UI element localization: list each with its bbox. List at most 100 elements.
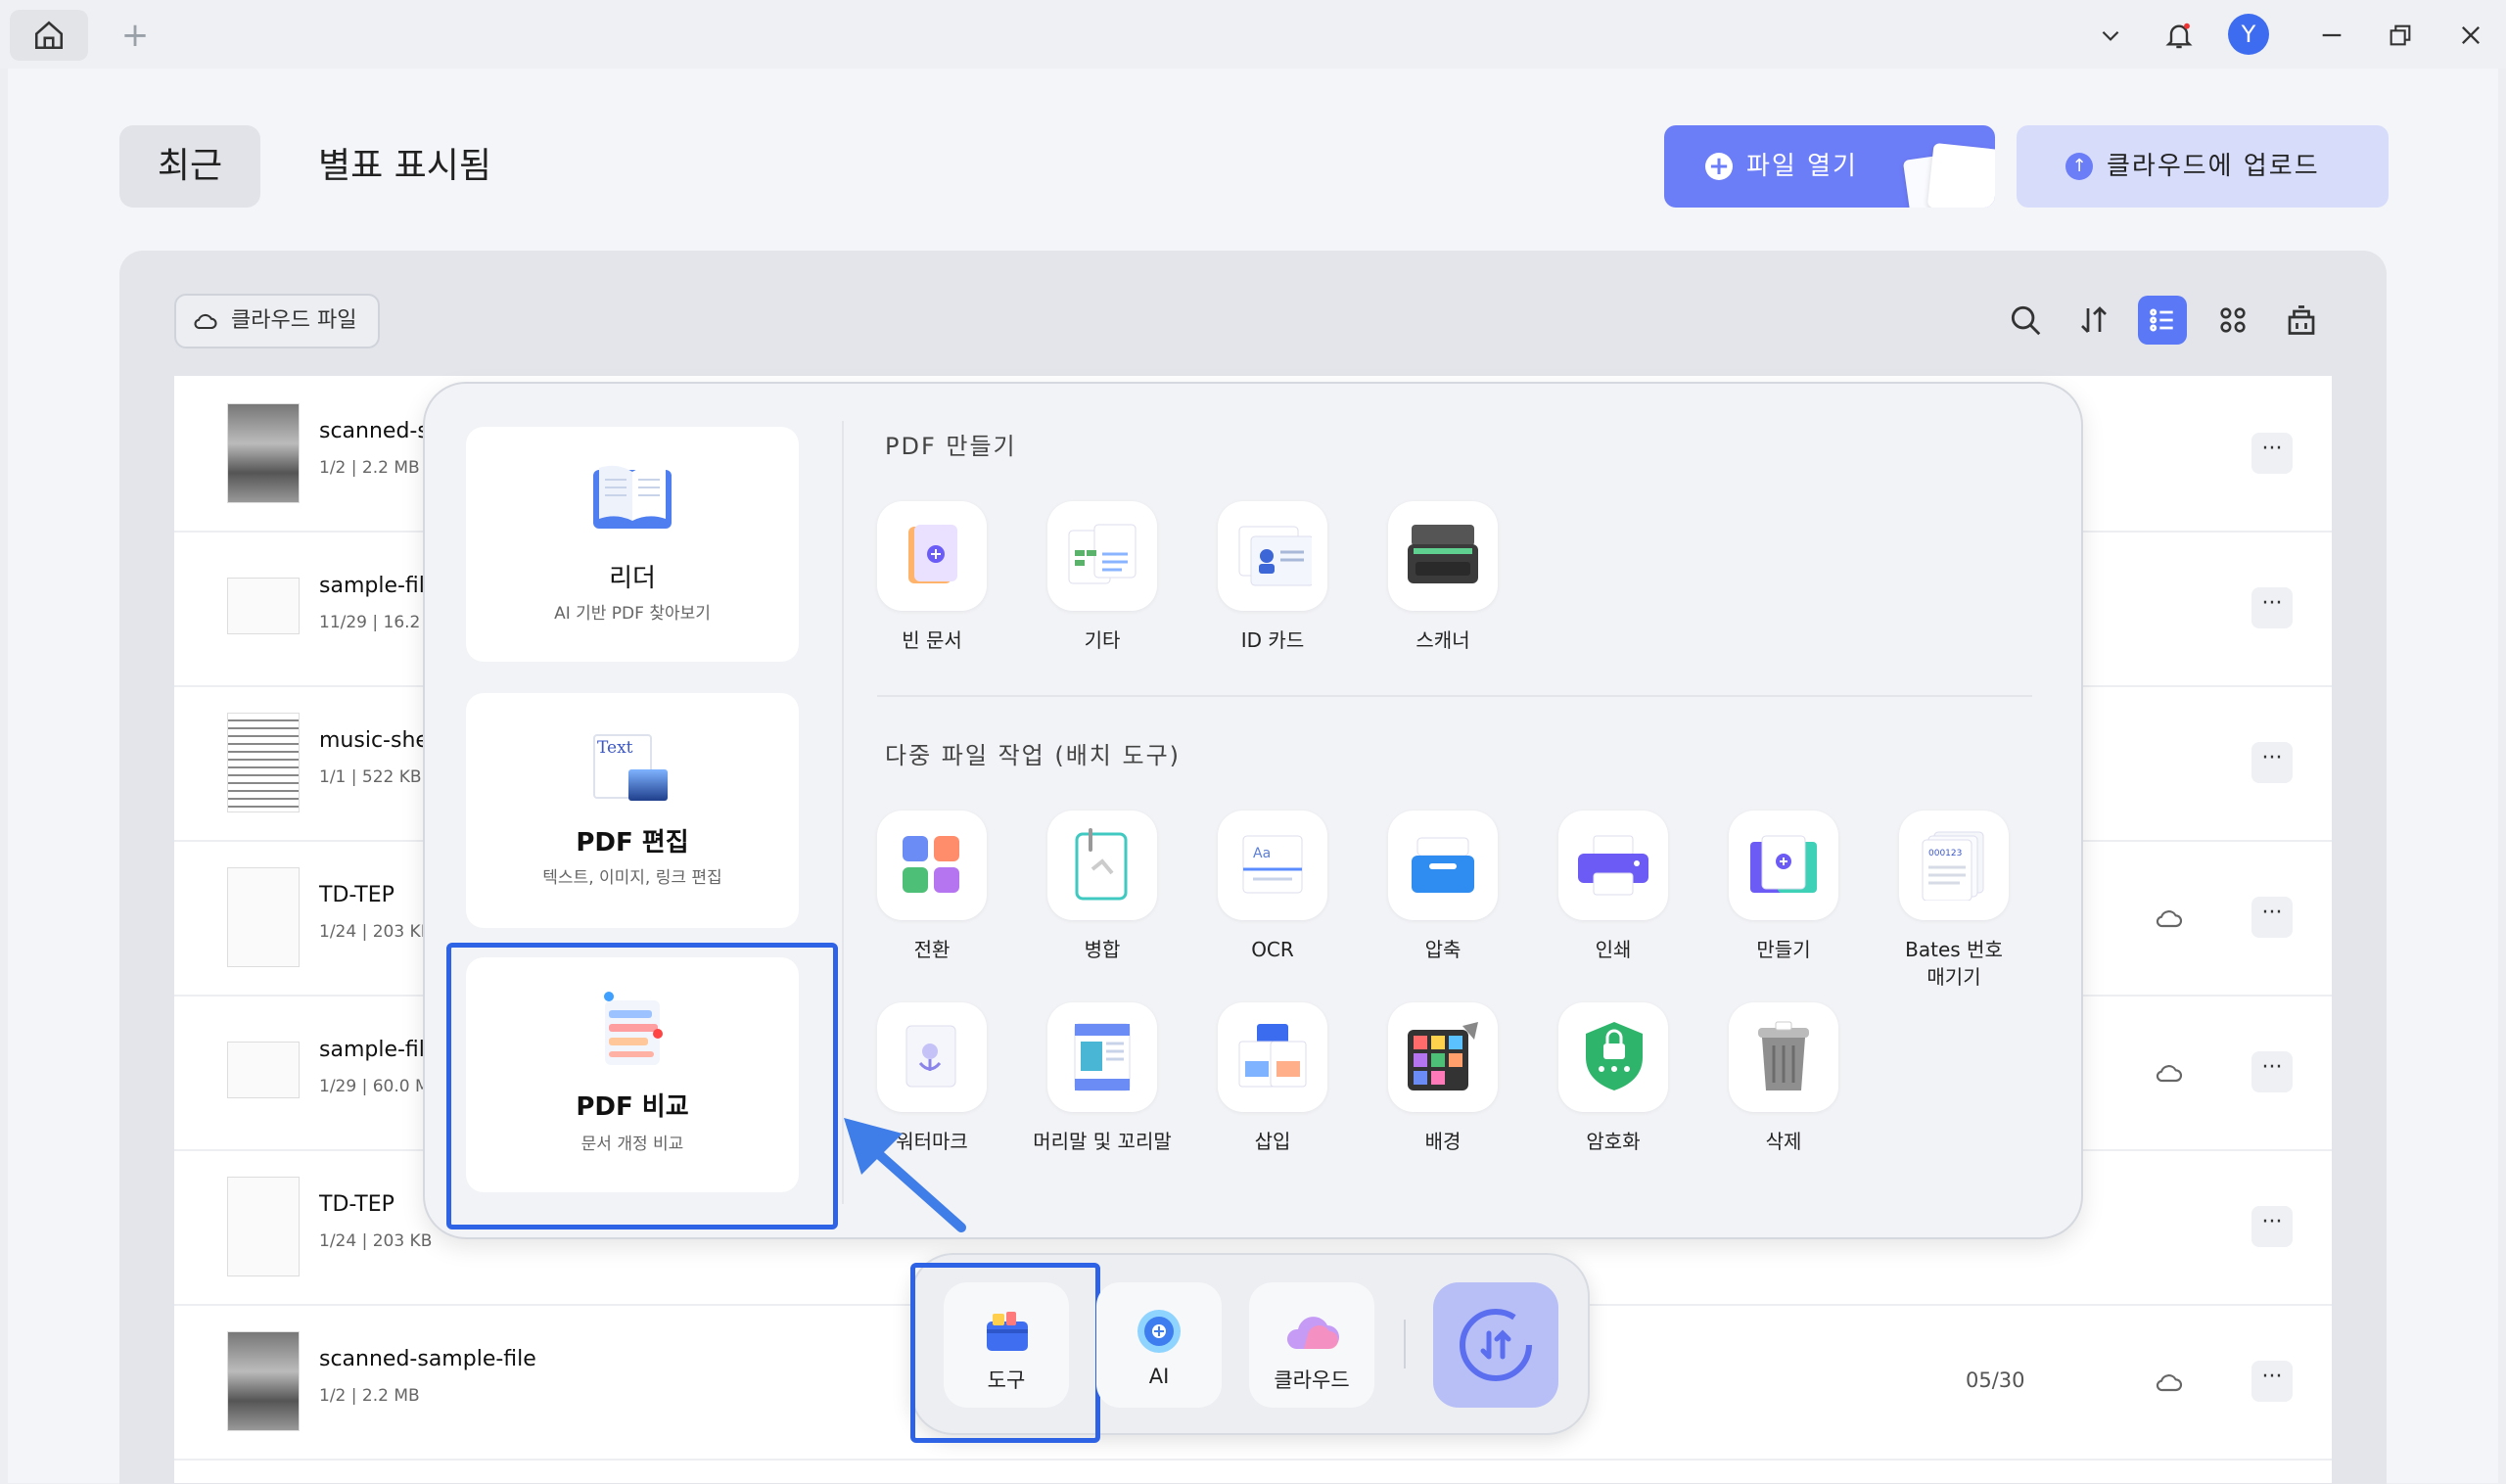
other-tool[interactable]: 기타	[1024, 501, 1181, 654]
ai-icon	[1137, 1310, 1181, 1353]
blank-document-label: 빈 문서	[902, 628, 962, 652]
create-tool[interactable]: 만들기	[1705, 811, 1862, 963]
batch-section-title: 다중 파일 작업 (배치 도구)	[885, 742, 1182, 769]
text-icon-label: Text	[597, 738, 633, 758]
more-options-button[interactable]: ···	[2251, 587, 2293, 628]
open-file-button[interactable]: + 파일 열기	[1664, 125, 1995, 208]
header-footer-label: 머리말 및 꼬리말	[1033, 1130, 1172, 1153]
cloud-icon	[194, 313, 217, 330]
dock-cloud-label: 클라우드	[1274, 1368, 1350, 1392]
reader-subtitle: AI 기반 PDF 찾아보기	[554, 604, 711, 624]
pdf-edit-title: PDF 편집	[576, 828, 689, 858]
bates-numbering-tool[interactable]: 000123 Bates 번호 매기기	[1876, 811, 2032, 991]
home-icon	[34, 21, 64, 50]
scanner-tool[interactable]: 스캐너	[1365, 501, 1521, 654]
search-icon[interactable]	[2001, 296, 2050, 345]
cloud-icon[interactable]	[2154, 1057, 2185, 1089]
file-name: TD-TEP	[319, 1192, 394, 1217]
blank-document-tool[interactable]: 빈 문서	[854, 501, 1010, 654]
watermark-icon	[905, 1025, 956, 1088]
background-tool[interactable]: 배경	[1365, 1002, 1521, 1155]
upload-cloud-button[interactable]: ↑ 클라우드에 업로드	[2017, 125, 2389, 208]
id-card-label: ID 카드	[1240, 628, 1305, 652]
other-label: 기타	[1084, 628, 1121, 652]
encrypt-tool[interactable]: 암호화	[1535, 1002, 1692, 1155]
more-options-button[interactable]: ···	[2251, 1206, 2293, 1247]
cloud-icon[interactable]	[2154, 1367, 2185, 1398]
file-meta: 1/24 | 203 KB	[319, 1231, 433, 1251]
reader-title: 리더	[609, 564, 656, 593]
minimize-icon[interactable]	[2312, 16, 2351, 55]
list-view-icon[interactable]	[2138, 296, 2187, 345]
compress-label: 압축	[1424, 938, 1462, 961]
file-name: sample-file	[319, 574, 439, 598]
id-card-tool[interactable]: ID 카드	[1194, 501, 1351, 654]
file-thumbnail	[227, 867, 300, 967]
dock-ai-button[interactable]: AI	[1096, 1282, 1222, 1408]
grid-view-icon[interactable]	[2208, 296, 2257, 345]
delete-tool[interactable]: 삭제	[1705, 1002, 1862, 1155]
title-bar	[0, 0, 2506, 69]
cloud-files-button[interactable]: 클라우드 파일	[174, 294, 380, 348]
upload-cloud-label: 클라우드에 업로드	[2107, 152, 2320, 181]
document-illustration	[1926, 142, 1995, 208]
more-options-button[interactable]: ···	[2251, 1051, 2293, 1092]
more-options-button[interactable]: ···	[2251, 742, 2293, 783]
bell-icon[interactable]	[2159, 16, 2199, 55]
highlight-box	[446, 943, 838, 1229]
ocr-tool[interactable]: Aa OCR	[1194, 811, 1351, 963]
file-meta: 11/29 | 16.2 M	[319, 613, 441, 632]
file-thumbnail	[227, 713, 300, 812]
reader-card[interactable]: 리더 AI 기반 PDF 찾아보기	[466, 427, 799, 662]
tab-recent[interactable]: 최근	[119, 125, 260, 208]
open-file-label: 파일 열기	[1746, 152, 1858, 181]
insert-label: 삽입	[1254, 1130, 1291, 1153]
compress-tool[interactable]: 압축	[1365, 811, 1521, 963]
ocr-icon: Aa	[1242, 835, 1303, 894]
trash-icon[interactable]	[2277, 296, 2326, 345]
text-image-icon: Text	[593, 734, 668, 803]
file-thumbnail	[227, 578, 300, 634]
close-icon[interactable]	[2451, 16, 2490, 55]
restore-icon[interactable]	[2381, 16, 2420, 55]
dock-cloud-button[interactable]: 클라우드	[1249, 1282, 1374, 1408]
file-meta: 1/2 | 2.2 MB	[319, 458, 420, 478]
avatar[interactable]: Y	[2228, 14, 2269, 55]
scanner-icon	[1408, 525, 1478, 583]
print-tool[interactable]: 인쇄	[1535, 811, 1692, 963]
palette-icon	[1408, 1022, 1478, 1090]
cloud-files-label: 클라우드 파일	[231, 308, 357, 333]
tab-starred[interactable]: 별표 표시됨	[318, 125, 491, 208]
dock-convert-button[interactable]	[1433, 1282, 1558, 1408]
create-icon	[1750, 835, 1817, 893]
more-options-button[interactable]: ···	[2251, 897, 2293, 938]
cloud-icon[interactable]	[2154, 903, 2185, 934]
svg-text:Aa: Aa	[1253, 846, 1271, 861]
id-card-icon	[1238, 526, 1312, 586]
header-footer-tool[interactable]: 머리말 및 꼬리말	[1024, 1002, 1181, 1155]
pointer-arrow-icon	[844, 1118, 966, 1232]
file-thumbnail	[227, 403, 300, 503]
merge-tool[interactable]: 병합	[1024, 811, 1181, 963]
ocr-label: OCR	[1251, 938, 1294, 961]
scanner-label: 스캐너	[1415, 628, 1470, 652]
convert-tool[interactable]: 전환	[854, 811, 1010, 963]
file-thumbnail	[227, 1042, 300, 1098]
create-label: 만들기	[1756, 938, 1811, 961]
pdf-edit-card[interactable]: Text PDF 편집 텍스트, 이미지, 링크 편집	[466, 693, 799, 928]
pdf-edit-subtitle: 텍스트, 이미지, 링크 편집	[542, 868, 722, 888]
delete-label: 삭제	[1765, 1130, 1802, 1153]
file-meta: 1/24 | 203 KB	[319, 922, 433, 942]
header-footer-icon	[1074, 1023, 1131, 1091]
chevron-down-icon[interactable]	[2091, 16, 2130, 55]
dock-highlight-box	[910, 1263, 1100, 1443]
more-options-button[interactable]: ···	[2251, 1361, 2293, 1402]
more-options-button[interactable]: ···	[2251, 433, 2293, 474]
home-button[interactable]	[10, 10, 88, 61]
sort-icon[interactable]	[2069, 296, 2118, 345]
lock-shield-icon	[1586, 1022, 1643, 1090]
merge-label: 병합	[1084, 938, 1121, 961]
insert-tool[interactable]: 삽입	[1194, 1002, 1351, 1155]
new-tab-button[interactable]: +	[116, 16, 155, 55]
file-thumbnail	[227, 1177, 300, 1276]
